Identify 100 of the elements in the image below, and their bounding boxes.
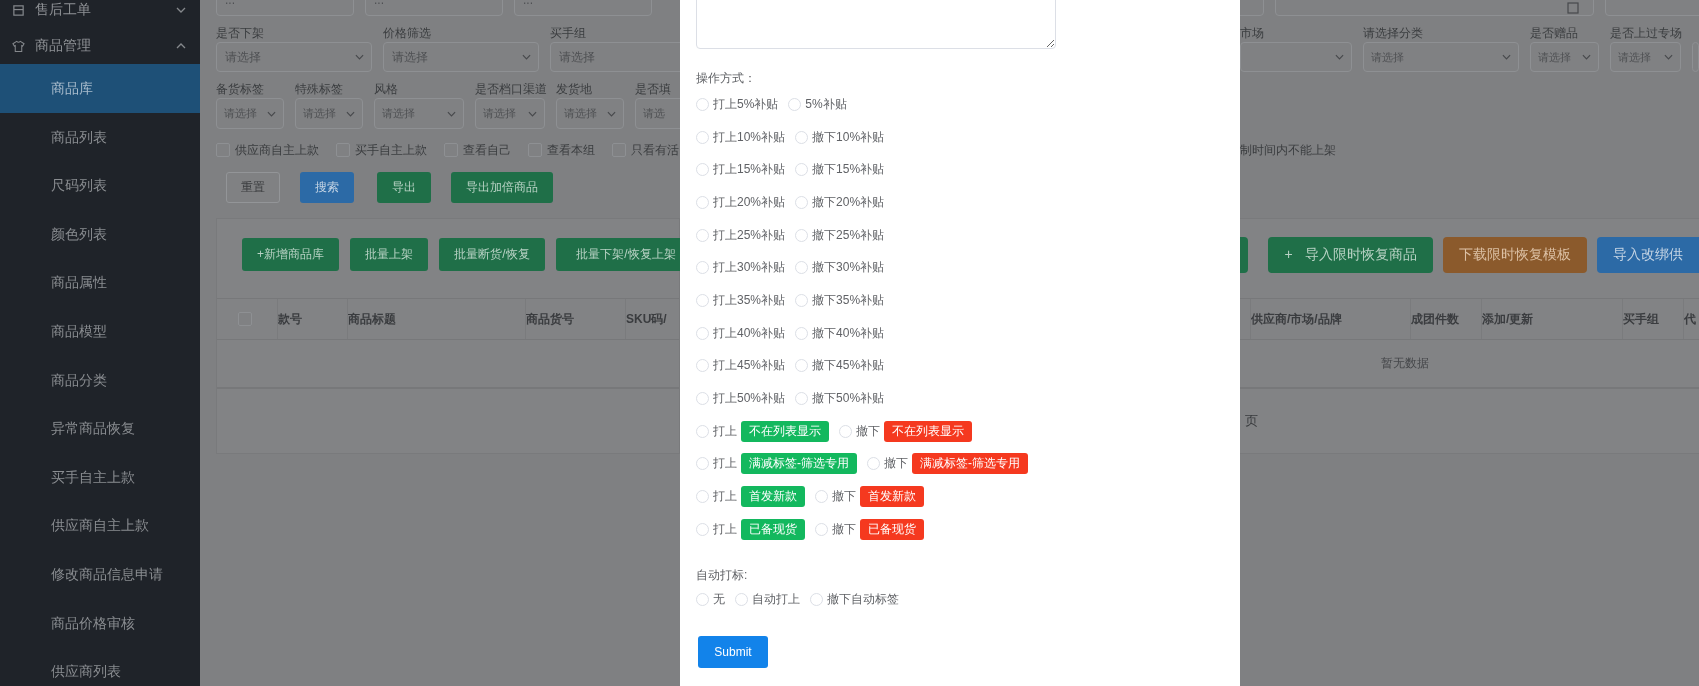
radio-option[interactable]: 打上35%补贴 bbox=[696, 291, 786, 309]
column-header: 商品标题 bbox=[348, 310, 397, 328]
action-button[interactable]: 批量断货/恢复 bbox=[439, 238, 545, 271]
option-tag: 已备现货 bbox=[741, 518, 805, 540]
menu-item[interactable]: 修改商品信息申请 bbox=[0, 549, 200, 599]
radio-option[interactable]: 撤下25%补贴 bbox=[795, 226, 885, 244]
option-tag: 满减标签-筛选专用 bbox=[741, 453, 857, 475]
action-button[interactable]: 导入改绑供 bbox=[1597, 237, 1699, 273]
column-header: 代 bbox=[1684, 310, 1697, 328]
select-field[interactable] bbox=[1240, 42, 1352, 72]
menu-item[interactable]: 异常商品恢复 bbox=[0, 404, 200, 453]
column-header: 成团件数 bbox=[1411, 310, 1460, 328]
radio-option[interactable]: 撤下10%补贴 bbox=[795, 128, 885, 146]
radio-option[interactable]: 撤下 首发新款 bbox=[815, 486, 924, 508]
menu-item[interactable]: 尺码列表 bbox=[0, 161, 200, 210]
radio-option[interactable]: 撤下 不在列表显示 bbox=[839, 420, 972, 442]
option-tag: 满减标签-筛选专用 bbox=[912, 453, 1028, 475]
radio-option[interactable]: 打上 满减标签-筛选专用 bbox=[696, 453, 857, 475]
chevron-down-icon bbox=[355, 54, 364, 60]
action-button[interactable]: 重置 bbox=[226, 172, 280, 203]
chevron-down-icon bbox=[176, 7, 186, 13]
radio-option[interactable]: 撤下15%补贴 bbox=[795, 161, 885, 179]
radio-option[interactable]: 撤下20%补贴 bbox=[795, 193, 885, 211]
action-button[interactable]: 导出 bbox=[377, 172, 431, 203]
radio-option[interactable]: 撤下40%补贴 bbox=[795, 324, 885, 342]
radio-option[interactable]: 打上20%补贴 bbox=[696, 193, 786, 211]
radio-option[interactable]: 打上 已备现货 bbox=[696, 518, 805, 540]
checkbox[interactable]: 只看有活 bbox=[612, 141, 679, 159]
action-button[interactable]: 导出加倍商品 bbox=[451, 172, 553, 203]
field-label: 备货标签 bbox=[216, 82, 264, 96]
radio-option[interactable]: 打上40%补贴 bbox=[696, 324, 786, 342]
checkbox[interactable]: 查看自己 bbox=[444, 141, 511, 159]
menu-item[interactable]: 供应商自主上款 bbox=[0, 501, 200, 550]
radio-option[interactable]: 打上15%补贴 bbox=[696, 161, 786, 179]
menu-item[interactable]: 商品列表 bbox=[0, 112, 200, 162]
action-button[interactable]: 搜索 bbox=[300, 172, 354, 203]
chevron-down-icon bbox=[1335, 54, 1344, 60]
field-label: 风格 bbox=[374, 82, 398, 96]
field-label: 特殊标签 bbox=[295, 82, 343, 96]
radio-option[interactable]: 撤下50%补贴 bbox=[795, 390, 885, 408]
menu-item[interactable]: 买手自主上款 bbox=[0, 452, 200, 502]
radio-option[interactable]: 自动打上 bbox=[735, 591, 800, 609]
radio-option[interactable]: 打上 不在列表显示 bbox=[696, 420, 829, 442]
chevron-down-icon bbox=[522, 54, 531, 60]
radio-option[interactable]: 打上50%补贴 bbox=[696, 390, 786, 408]
menu-group[interactable]: 商品管理 bbox=[0, 28, 200, 64]
radio-option[interactable]: 5%补贴 bbox=[788, 95, 847, 113]
chevron-down-icon bbox=[346, 110, 355, 117]
field-label: 是否档口渠道 bbox=[475, 82, 547, 96]
action-button[interactable]: 批量下架/恢复上架 bbox=[556, 238, 680, 271]
menu-group[interactable]: 售后工单 bbox=[0, 0, 200, 28]
radio-option[interactable]: 打上 首发新款 bbox=[696, 486, 805, 508]
option-tag: 不在列表显示 bbox=[741, 420, 829, 442]
radio-option[interactable]: 撤下45%补贴 bbox=[795, 357, 885, 375]
section-label: 自动打标: bbox=[696, 566, 749, 584]
menu-item[interactable]: 商品库 bbox=[0, 64, 200, 113]
action-button[interactable]: 下载限时恢复模板 bbox=[1443, 237, 1587, 273]
menu-item[interactable]: 商品价格审核 bbox=[0, 598, 200, 648]
radio-option[interactable]: 撤下35%补贴 bbox=[795, 291, 885, 309]
submit-button[interactable]: Submit bbox=[698, 635, 768, 668]
action-button[interactable]: 批量上架 bbox=[350, 238, 428, 271]
radio-option[interactable]: 撤下 满减标签-筛选专用 bbox=[867, 453, 1028, 475]
radio-option[interactable]: 撤下自动标签 bbox=[810, 591, 899, 609]
chevron-down-icon bbox=[1502, 54, 1511, 60]
menu-item[interactable]: 商品模型 bbox=[0, 306, 200, 356]
field-label: 是否填 bbox=[635, 82, 671, 96]
menu-item[interactable]: 商品属性 bbox=[0, 258, 200, 307]
column-header: 商品货号 bbox=[526, 310, 575, 328]
column-header: SKU码/ bbox=[626, 310, 668, 328]
chevron-up-icon bbox=[176, 43, 186, 49]
column-header: 供应商/市场/品牌 bbox=[1251, 310, 1343, 328]
shirt-icon bbox=[12, 39, 25, 53]
menu-item[interactable]: 颜色列表 bbox=[0, 209, 200, 259]
chevron-down-icon bbox=[1664, 54, 1673, 60]
field-label: 市场 bbox=[1240, 26, 1264, 40]
chevron-down-icon bbox=[267, 110, 276, 117]
calendar-icon bbox=[1567, 2, 1579, 14]
radio-option[interactable]: 打上45%补贴 bbox=[696, 357, 786, 375]
option-tag: 已备现货 bbox=[860, 518, 924, 540]
radio-option[interactable]: 打上30%补贴 bbox=[696, 259, 786, 277]
action-button[interactable]: +新增商品库 bbox=[242, 238, 339, 271]
radio-option[interactable]: 撤下30%补贴 bbox=[795, 259, 885, 277]
radio-option[interactable]: 打上10%补贴 bbox=[696, 128, 786, 146]
text-area[interactable] bbox=[696, 0, 1056, 49]
radio-option[interactable]: 打上5%补贴 bbox=[696, 95, 779, 113]
chevron-down-icon bbox=[1582, 54, 1591, 60]
radio-option[interactable]: 打上25%补贴 bbox=[696, 226, 786, 244]
radio-option[interactable]: 无 bbox=[696, 591, 725, 609]
checkbox[interactable]: 查看本组 bbox=[528, 141, 595, 159]
column-header: 添加/更新 bbox=[1482, 310, 1535, 328]
option-tag: 不在列表显示 bbox=[884, 420, 972, 442]
box-icon bbox=[12, 3, 25, 17]
action-button[interactable]: + 导入限时恢复商品 bbox=[1268, 237, 1433, 273]
chevron-down-icon bbox=[528, 110, 537, 117]
menu-item[interactable]: 商品分类 bbox=[0, 355, 200, 405]
pagination-text: 页 bbox=[1245, 412, 1258, 430]
radio-option[interactable]: 撤下 已备现货 bbox=[815, 518, 924, 540]
menu-item[interactable]: 供应商列表 bbox=[0, 647, 200, 686]
field-label: 价格筛选 bbox=[383, 26, 431, 40]
column-header: 买手组 bbox=[1623, 310, 1660, 328]
